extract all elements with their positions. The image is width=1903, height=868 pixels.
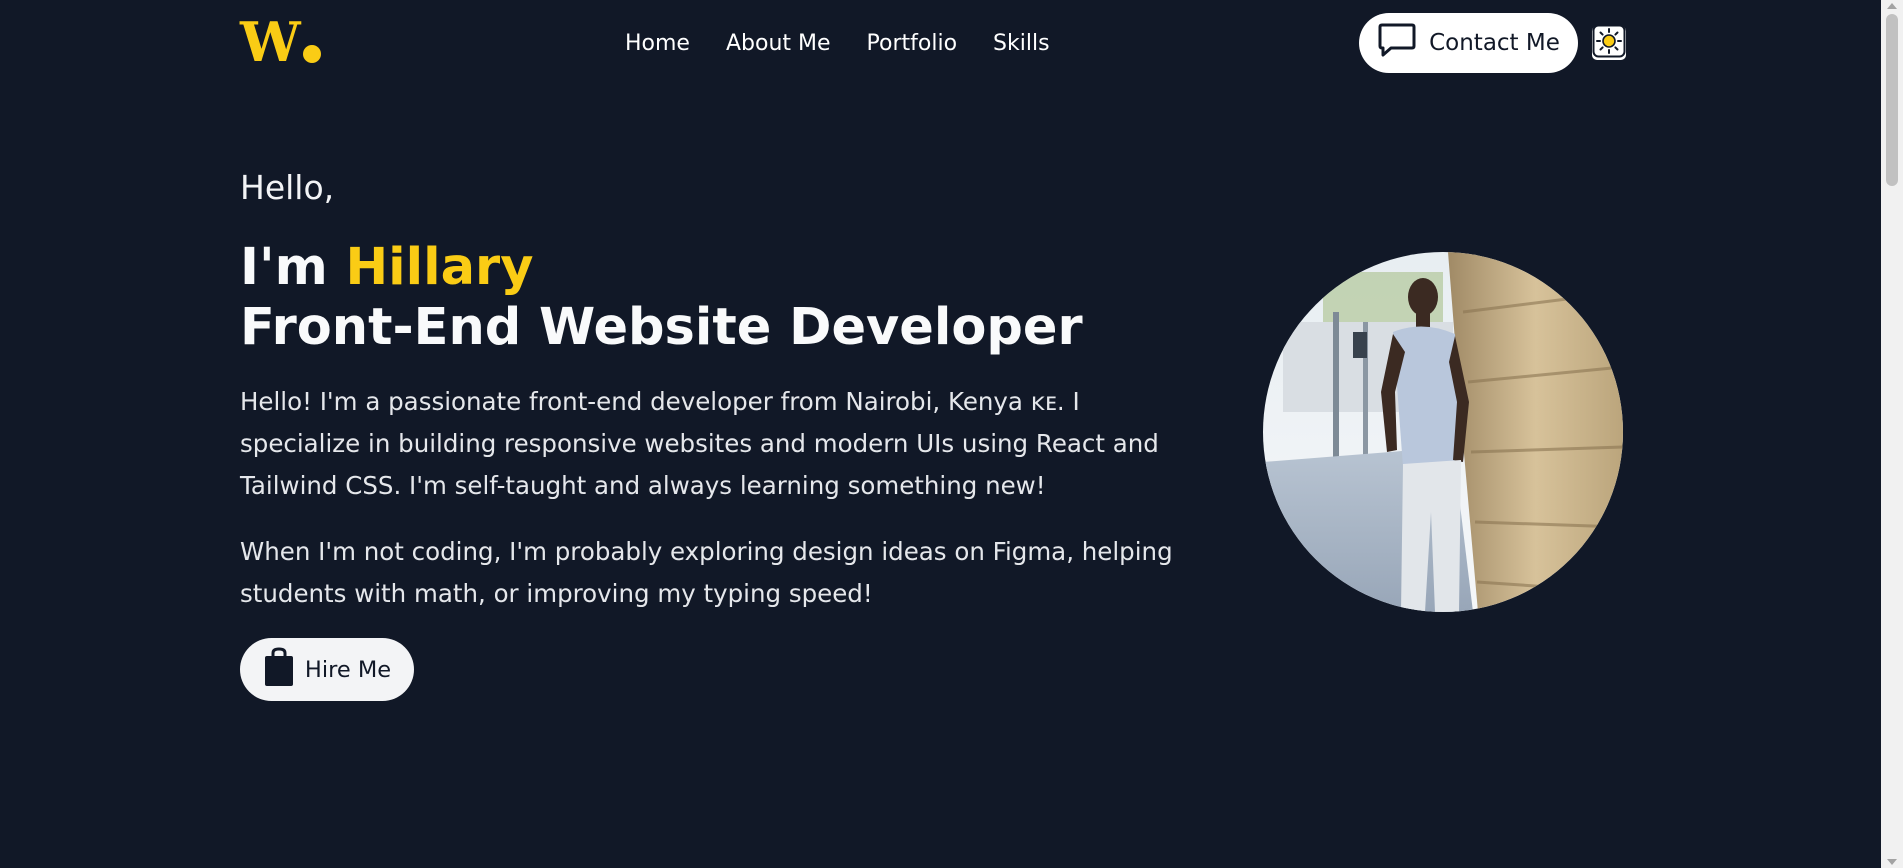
page: W Home About Me Portfolio Skills Contact…	[0, 0, 1903, 868]
greeting: Hello,	[240, 168, 335, 207]
logo-dot	[302, 45, 321, 63]
nav-link-portfolio[interactable]: Portfolio	[867, 28, 958, 60]
scrollbar-thumb[interactable]	[1886, 14, 1898, 186]
nav-link-home[interactable]: Home	[625, 28, 690, 60]
hero-role: Front-End Website Developer	[240, 298, 1083, 357]
contact-button-label: Contact Me	[1429, 30, 1560, 56]
bio-paragraph-2: When I'm not coding, I'm probably explor…	[240, 537, 1173, 608]
bio-paragraph-1: Hello! I'm a passionate front-end develo…	[240, 387, 1159, 500]
chat-bubble-icon	[1377, 21, 1417, 65]
theme-toggle[interactable]	[1592, 24, 1626, 62]
main-nav: Home About Me Portfolio Skills	[625, 28, 1050, 60]
nav-link-about[interactable]: About Me	[726, 28, 831, 60]
sun-icon	[1592, 24, 1626, 62]
scroll-up-arrow-icon[interactable]	[1887, 3, 1897, 9]
nav-link-skills[interactable]: Skills	[993, 28, 1050, 60]
hero-headline: I'm Hillary Front-End Website Developer	[240, 238, 1083, 358]
scroll-down-arrow-icon[interactable]	[1887, 859, 1897, 865]
logo-letter: W	[240, 10, 301, 74]
scrollbar[interactable]	[1881, 0, 1903, 868]
hero-name: Hillary	[345, 238, 534, 297]
intro-prefix: I'm	[240, 238, 346, 297]
hire-me-label: Hire Me	[304, 656, 392, 683]
profile-photo	[1263, 252, 1623, 612]
hire-me-button[interactable]: Hire Me	[240, 638, 414, 701]
site-logo[interactable]: W	[240, 14, 321, 70]
contact-button[interactable]: Contact Me	[1359, 13, 1578, 73]
shopping-bag-icon	[263, 646, 295, 693]
